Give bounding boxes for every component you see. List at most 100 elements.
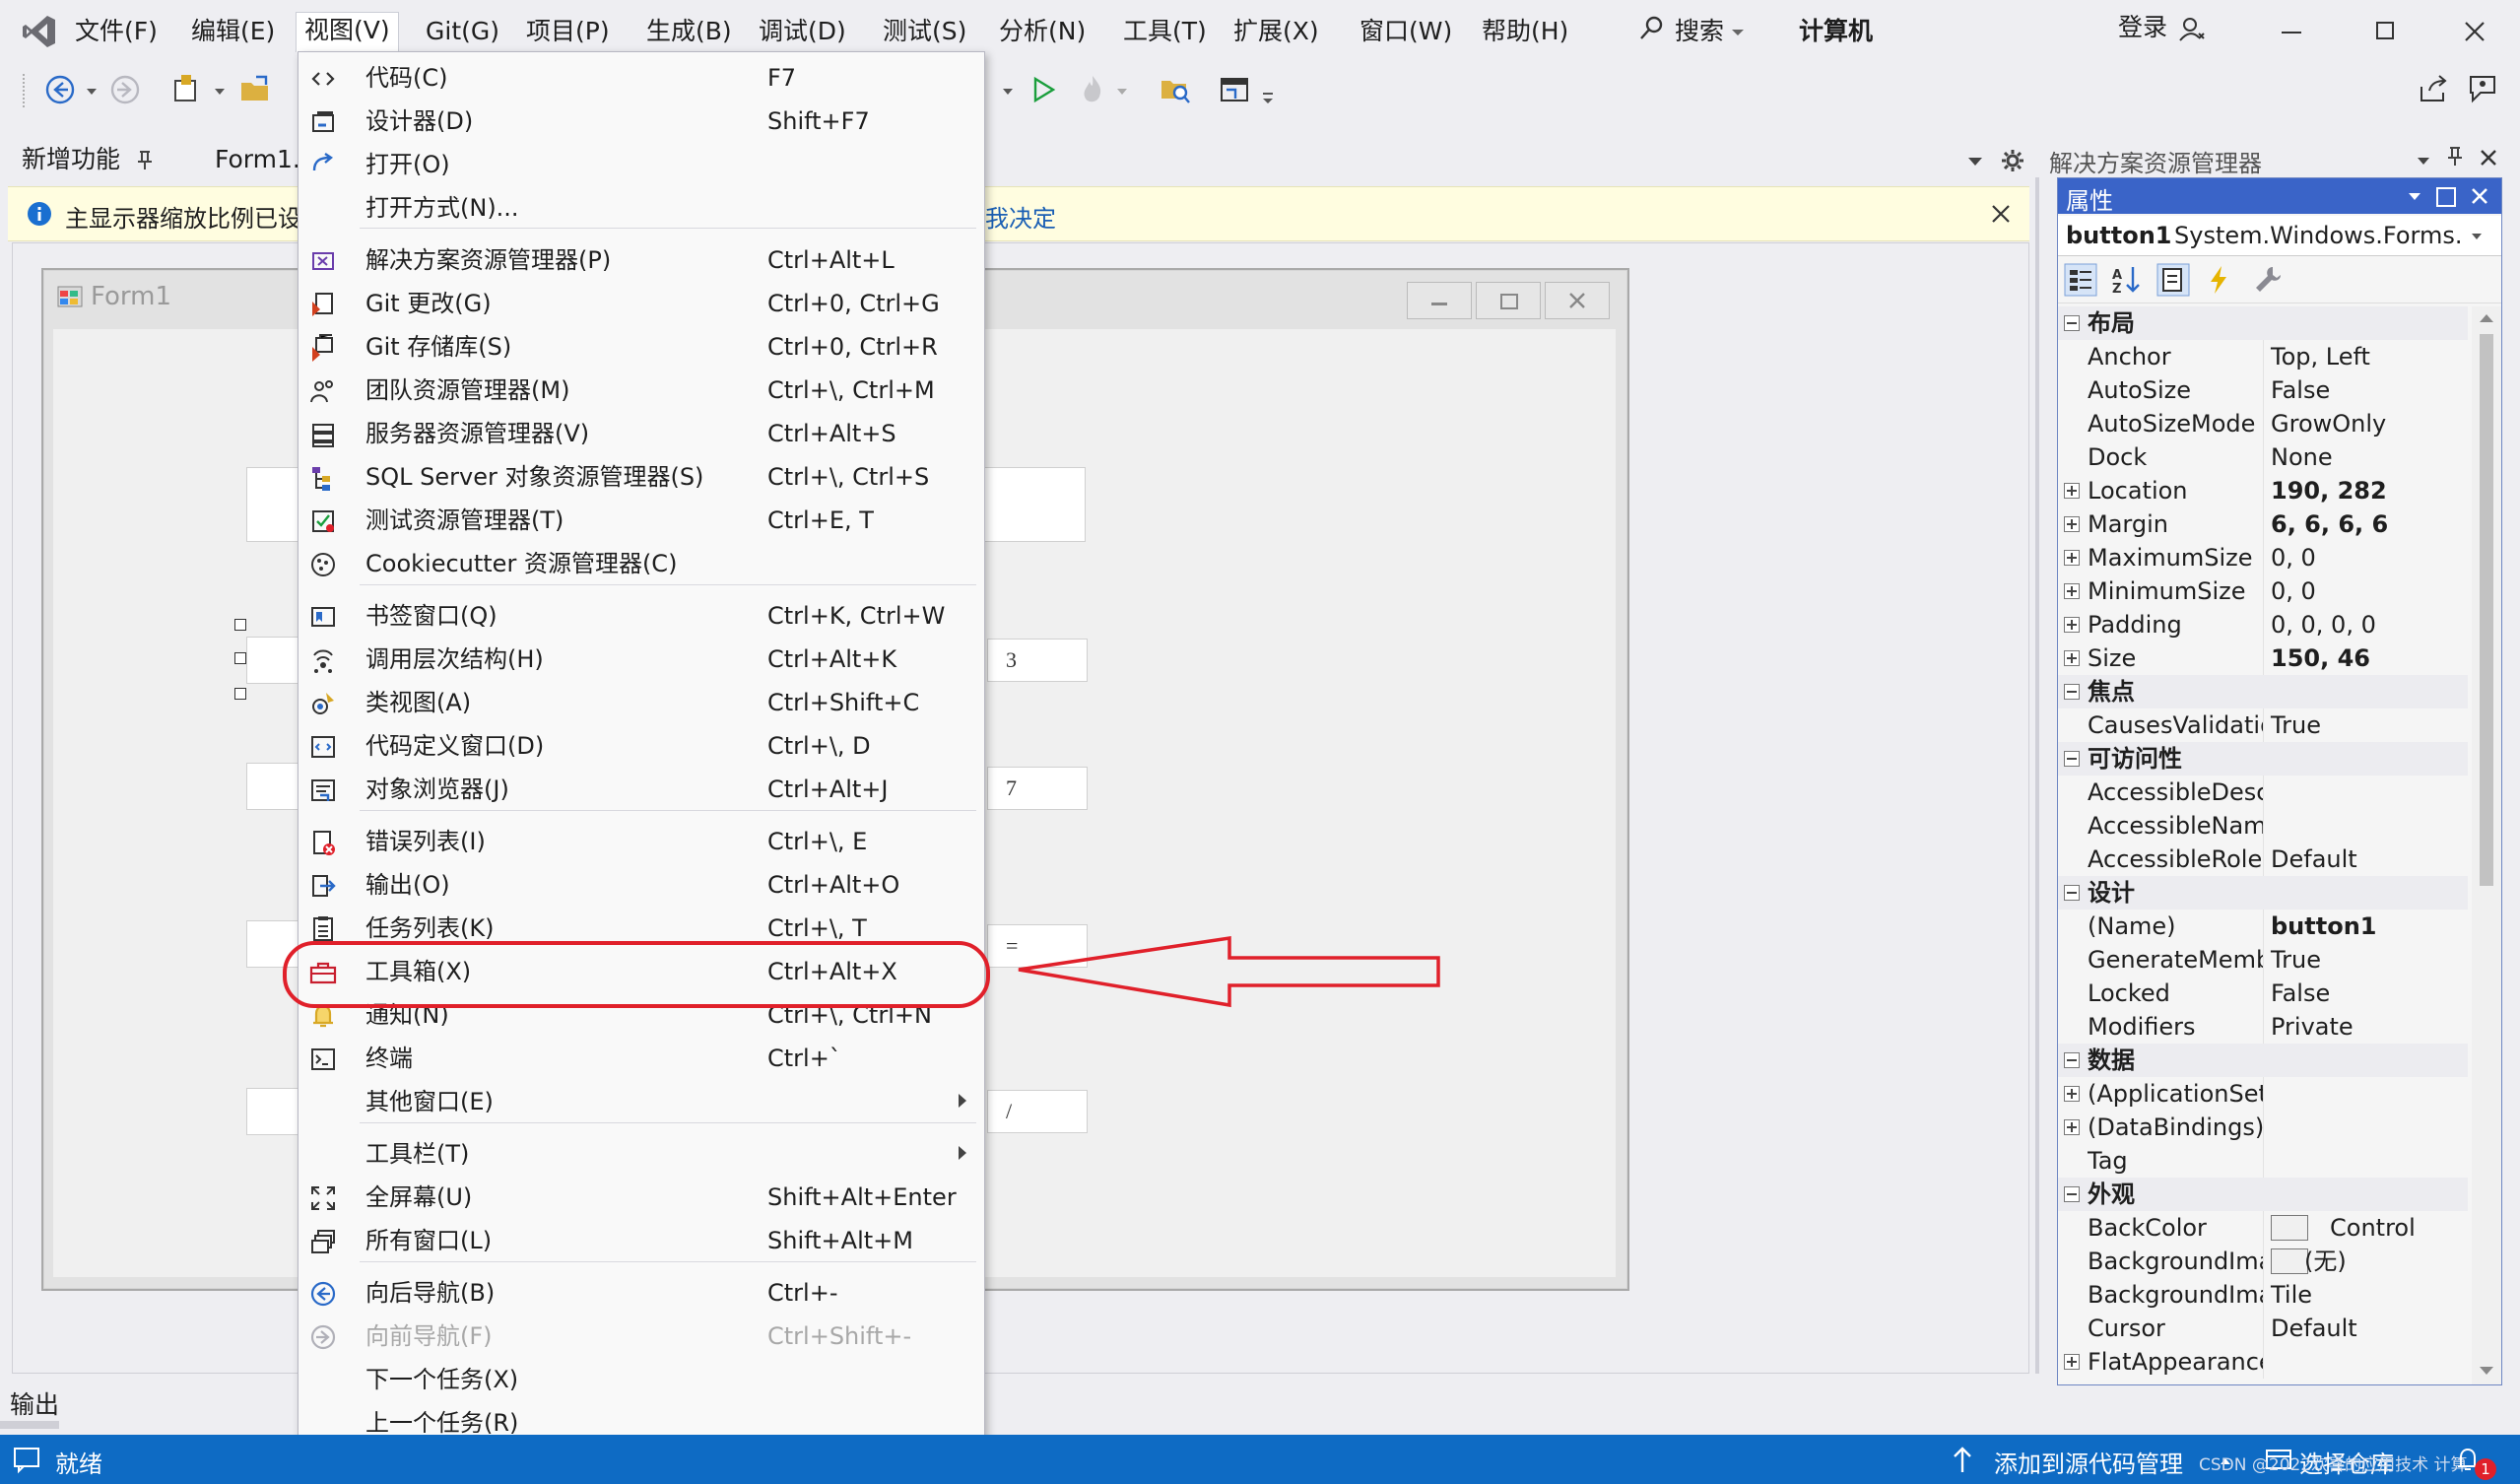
form-close-button[interactable]: [1545, 282, 1610, 319]
start-without-debugging-icon[interactable]: [1028, 75, 1058, 104]
expand-icon[interactable]: [2064, 583, 2080, 599]
properties-maximize-icon[interactable]: [2436, 187, 2456, 207]
column-divider[interactable]: [2263, 1245, 2264, 1278]
view-menu-item[interactable]: 终端 Ctrl+`: [298, 1037, 984, 1080]
scroll-down-icon[interactable]: [2480, 1367, 2493, 1375]
property-value[interactable]: None: [2271, 440, 2333, 474]
property-value[interactable]: 6, 6, 6, 6: [2271, 507, 2388, 541]
view-menu-item[interactable]: 打开方式(N)...: [298, 186, 984, 230]
column-divider[interactable]: [2263, 1345, 2264, 1379]
column-divider[interactable]: [2263, 809, 2264, 843]
menu-project[interactable]: 项目(P): [518, 14, 618, 49]
solution-explorer-close-icon[interactable]: [2479, 148, 2498, 168]
property-row[interactable]: MinimumSize 0, 0: [2058, 574, 2468, 608]
menu-help[interactable]: 帮助(H): [1474, 14, 1576, 49]
column-divider[interactable]: [2263, 943, 2264, 977]
column-divider[interactable]: [2263, 541, 2264, 574]
selection-handle[interactable]: [234, 619, 246, 631]
view-menu-item[interactable]: 输出(O) Ctrl+Alt+O: [298, 863, 984, 907]
menu-test[interactable]: 测试(S): [875, 14, 974, 49]
menu-git[interactable]: Git(G): [418, 14, 507, 49]
property-category[interactable]: 可访问性: [2058, 742, 2468, 776]
column-divider[interactable]: [2263, 474, 2264, 507]
property-value[interactable]: 0, 0: [2271, 574, 2316, 608]
property-row[interactable]: AccessibleDescr: [2058, 776, 2468, 809]
solution-explorer-menu-icon[interactable]: [2418, 158, 2429, 165]
view-menu-item[interactable]: 设计器(D) Shift+F7: [298, 100, 984, 143]
expand-icon[interactable]: [2064, 516, 2080, 532]
calc-button-7[interactable]: 7: [987, 767, 1088, 810]
property-row[interactable]: FlatAppearance: [2058, 1345, 2468, 1379]
selection-handle[interactable]: [234, 688, 246, 700]
minimize-icon[interactable]: [2282, 32, 2301, 34]
property-value[interactable]: button1: [2271, 910, 2376, 943]
column-divider[interactable]: [2263, 977, 2264, 1010]
properties-close-icon[interactable]: [2470, 186, 2489, 206]
property-category[interactable]: 数据: [2058, 1044, 2468, 1077]
column-divider[interactable]: [2263, 1010, 2264, 1044]
toolbar-grip[interactable]: [22, 73, 26, 108]
property-pages-wrench-icon[interactable]: [2251, 263, 2285, 297]
column-divider[interactable]: [2263, 507, 2264, 541]
solution-explorer-pin-icon[interactable]: [2447, 146, 2463, 168]
column-divider[interactable]: [2263, 1312, 2264, 1345]
column-divider[interactable]: [2263, 843, 2264, 876]
output-panel-title[interactable]: 输出: [10, 1385, 59, 1421]
property-value[interactable]: True: [2271, 943, 2321, 977]
view-menu-item[interactable]: SQL Server 对象资源管理器(S) Ctrl+\, Ctrl+S: [298, 455, 984, 499]
property-value[interactable]: Tile: [2271, 1278, 2312, 1312]
property-row[interactable]: Padding 0, 0, 0, 0: [2058, 608, 2468, 641]
property-value[interactable]: GrowOnly: [2271, 407, 2386, 440]
property-row[interactable]: Tag: [2058, 1144, 2468, 1178]
pin-icon[interactable]: [136, 150, 154, 171]
column-divider[interactable]: [2263, 708, 2264, 742]
categorized-icon[interactable]: [2064, 263, 2097, 297]
object-selector[interactable]: button1 System.Windows.Forms.: [2058, 216, 2501, 256]
properties-menu-icon[interactable]: [2409, 193, 2421, 200]
live-share-icon[interactable]: [2418, 73, 2449, 104]
collapse-icon[interactable]: [2064, 315, 2080, 331]
property-row[interactable]: Margin 6, 6, 6, 6: [2058, 507, 2468, 541]
view-menu-item[interactable]: Cookiecutter 资源管理器(C): [298, 542, 984, 585]
expand-icon[interactable]: [2064, 550, 2080, 566]
property-row[interactable]: BackColor Control: [2058, 1211, 2468, 1245]
property-row[interactable]: Modifiers Private: [2058, 1010, 2468, 1044]
new-project-icon[interactable]: [169, 71, 205, 106]
column-divider[interactable]: [2263, 608, 2264, 641]
login-link[interactable]: 登录: [2118, 10, 2167, 45]
arrow-up-icon[interactable]: [1951, 1445, 1974, 1474]
property-row[interactable]: Locked False: [2058, 977, 2468, 1010]
toolbar-overflow-arrow-icon[interactable]: [1263, 99, 1273, 103]
property-category[interactable]: 布局: [2058, 306, 2468, 340]
property-row[interactable]: GenerateMemb True: [2058, 943, 2468, 977]
alphabetical-sort-icon[interactable]: AZ: [2109, 263, 2143, 297]
solution-explorer-title[interactable]: 解决方案资源管理器: [2049, 144, 2262, 178]
tab-list-dropdown-icon[interactable]: [1968, 158, 1982, 166]
expand-icon[interactable]: [2064, 1086, 2080, 1102]
new-dropdown-icon[interactable]: [215, 89, 225, 95]
settings-gear-icon[interactable]: [2000, 148, 2025, 173]
menu-tools[interactable]: 工具(T): [1115, 14, 1215, 49]
column-divider[interactable]: [2263, 1278, 2264, 1312]
search-label[interactable]: 搜索: [1675, 14, 1724, 49]
property-row[interactable]: Dock None: [2058, 440, 2468, 474]
view-menu-item[interactable]: 解决方案资源管理器(P) Ctrl+Alt+L: [298, 238, 984, 282]
search-icon[interactable]: [1637, 14, 1667, 43]
splitter[interactable]: [2035, 177, 2039, 1374]
property-row[interactable]: AccessibleName: [2058, 809, 2468, 843]
view-menu-item[interactable]: 调用层次结构(H) Ctrl+Alt+K: [298, 638, 984, 681]
property-value[interactable]: False: [2271, 373, 2330, 407]
collapse-icon[interactable]: [2064, 684, 2080, 700]
column-divider[interactable]: [2263, 1077, 2264, 1111]
menu-edit[interactable]: 编辑(E): [183, 14, 283, 49]
feedback-icon[interactable]: [2467, 73, 2498, 104]
view-menu-item[interactable]: 类视图(A) Ctrl+Shift+C: [298, 681, 984, 724]
collapse-icon[interactable]: [2064, 1052, 2080, 1068]
property-value[interactable]: 0, 0, 0, 0: [2271, 608, 2376, 641]
column-divider[interactable]: [2263, 641, 2264, 675]
view-menu-item[interactable]: 打开(O): [298, 143, 984, 186]
column-divider[interactable]: [2263, 1111, 2264, 1144]
property-category[interactable]: 焦点: [2058, 675, 2468, 708]
property-row[interactable]: Size 150, 46: [2058, 641, 2468, 675]
properties-view-icon[interactable]: [2156, 263, 2190, 297]
